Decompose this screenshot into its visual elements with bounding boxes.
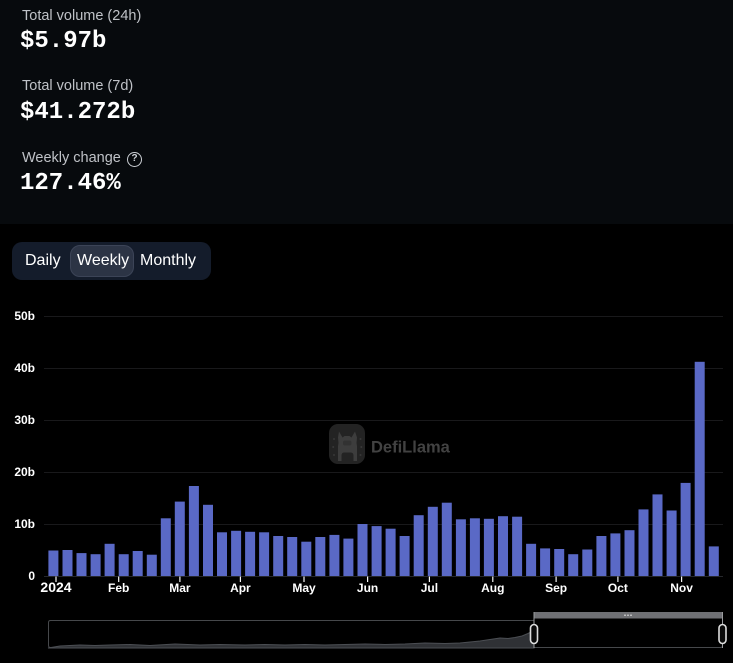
svg-text:Apr: Apr: [230, 581, 251, 595]
svg-text:Jul: Jul: [421, 581, 438, 595]
svg-text:Aug: Aug: [481, 581, 504, 595]
svg-text:Jun: Jun: [357, 581, 378, 595]
svg-text:50b: 50b: [14, 309, 35, 323]
svg-text:40b: 40b: [14, 361, 35, 375]
svg-text:May: May: [292, 581, 316, 595]
svg-text:DefiLlama: DefiLlama: [371, 439, 451, 457]
svg-text:Oct: Oct: [608, 581, 628, 595]
svg-text:2024: 2024: [40, 579, 71, 595]
svg-text:Sep: Sep: [545, 581, 567, 595]
svg-text:10b: 10b: [14, 517, 35, 531]
svg-text:Mar: Mar: [169, 581, 191, 595]
svg-text:Feb: Feb: [108, 581, 129, 595]
svg-text:0: 0: [28, 569, 35, 583]
svg-text:Nov: Nov: [670, 581, 693, 595]
svg-text:20b: 20b: [14, 465, 35, 479]
svg-text:30b: 30b: [14, 413, 35, 427]
